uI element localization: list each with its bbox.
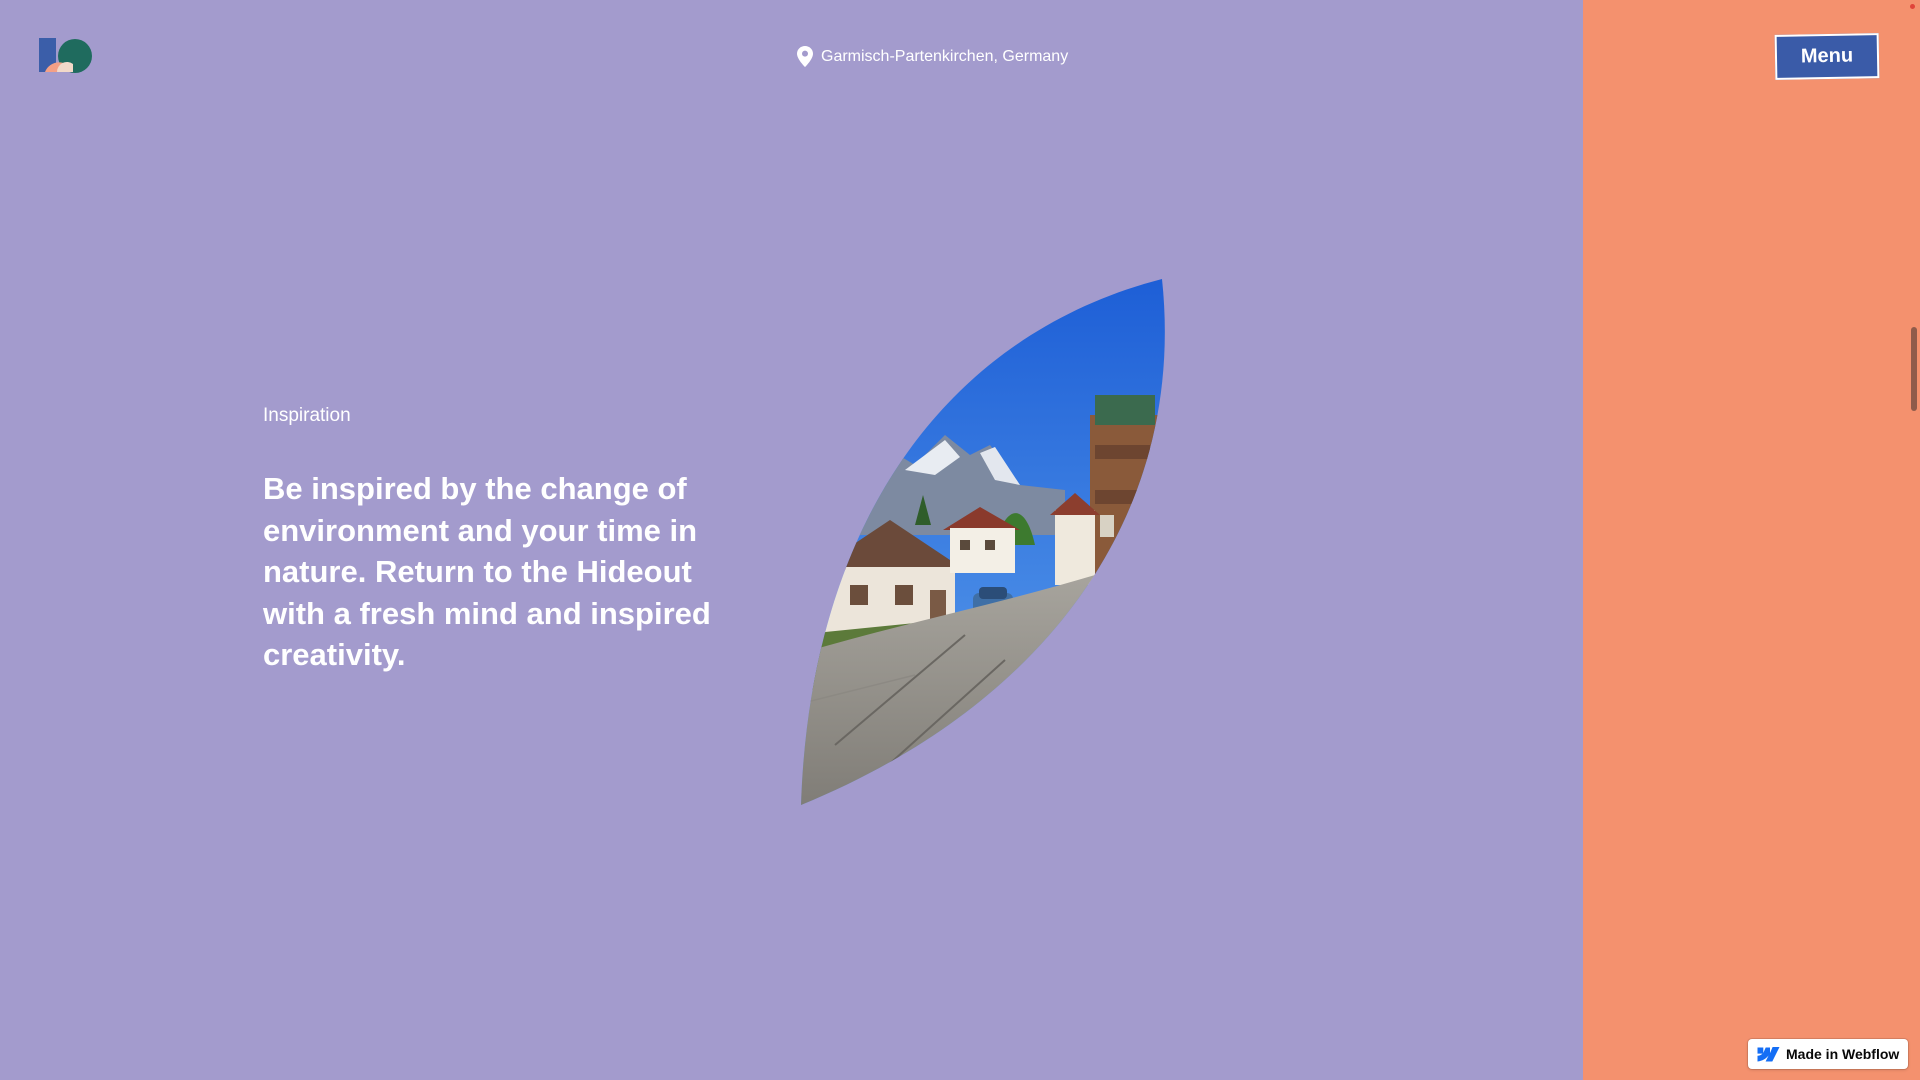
side-panel (1583, 0, 1920, 1080)
location-label: Garmisch-Partenkirchen, Germany (797, 46, 1068, 67)
brand-logo-icon[interactable] (39, 38, 93, 76)
location-text: Garmisch-Partenkirchen, Germany (821, 47, 1069, 65)
webflow-badge-label: Made in Webflow (1786, 1046, 1900, 1062)
made-in-webflow-badge[interactable]: Made in Webflow (1748, 1039, 1908, 1069)
village-street-mountain-photo (795, 275, 1175, 811)
section-headline: Be inspired by the change of environment… (263, 471, 711, 672)
corner-dot (1910, 4, 1915, 9)
section-eyebrow: Inspiration (263, 405, 351, 426)
webflow-icon (1757, 1046, 1780, 1061)
scrollbar-thumb[interactable] (1911, 327, 1917, 411)
menu-button[interactable]: Menu (1774, 33, 1880, 80)
map-pin-icon (797, 46, 813, 67)
page: Garmisch-Partenkirchen, Germany Menu Ins… (0, 0, 1920, 1080)
